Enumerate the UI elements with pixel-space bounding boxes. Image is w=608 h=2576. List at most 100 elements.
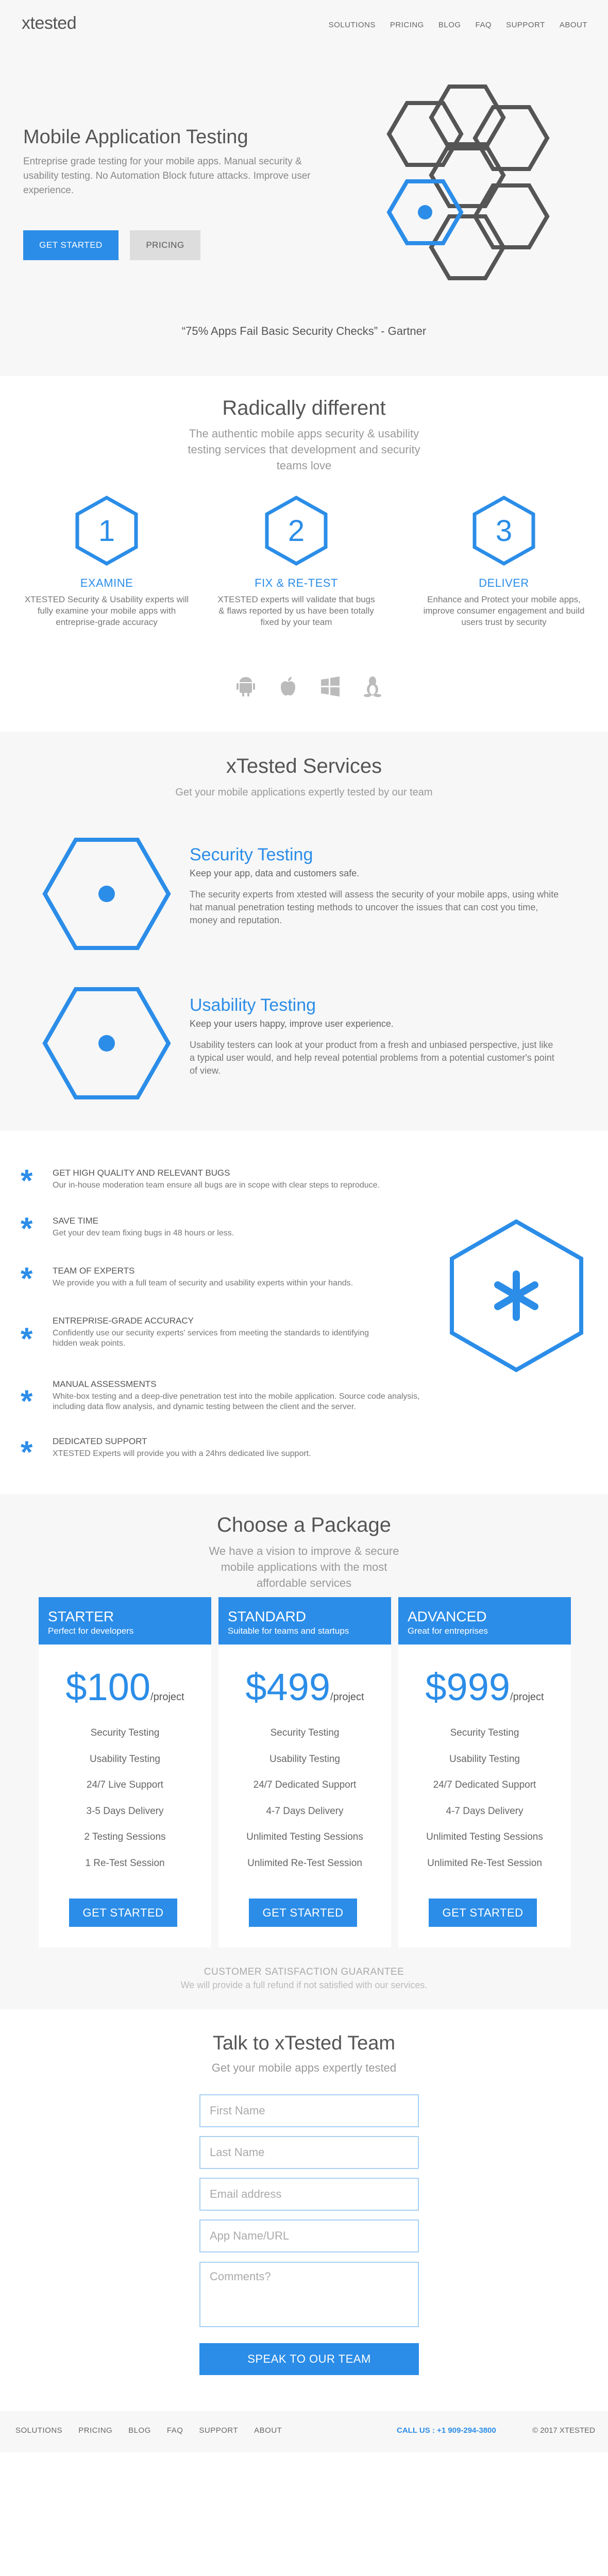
nav-pricing[interactable]: PRICING [390, 21, 424, 29]
main-menu: SOLUTIONS PRICING BLOG FAQ SUPPORT ABOUT [329, 21, 587, 29]
pricing-subtitle: We have a vision to improve & secure mob… [209, 1545, 399, 1589]
plan-feature: 24/7 Dedicated Support [433, 1780, 536, 1790]
feature-desc: Confidently use our security experts' se… [53, 1329, 369, 1348]
price-amount: $499 [245, 1666, 331, 1708]
first-name-field[interactable]: First Name [199, 2094, 419, 2127]
asterisk-icon: * [21, 1163, 33, 1198]
step-number: 1 [98, 514, 115, 548]
service-usability: Usability Testing Keep your users happy,… [190, 995, 561, 1077]
services-title: xTested Services [226, 755, 382, 777]
plan-get-started-button[interactable]: GET STARTED [429, 1899, 537, 1927]
plan-get-started-button[interactable]: GET STARTED [69, 1899, 177, 1927]
nav-blog[interactable]: BLOG [438, 21, 461, 29]
contact-title: Talk to xTested Team [212, 2032, 396, 2054]
different-subtitle: The authentic mobile apps security & usa… [188, 427, 420, 472]
plan-feature: Security Testing [90, 1727, 160, 1738]
feature-desc: Our in-house moderation team ensure all … [53, 1181, 380, 1190]
email-field[interactable]: Email address [199, 2178, 419, 2211]
service-security: Security Testing Keep your app, data and… [190, 845, 561, 927]
hexagon-icon: 3 [472, 495, 535, 566]
footer-solutions[interactable]: SOLUTIONS [15, 2426, 62, 2435]
nav-solutions[interactable]: SOLUTIONS [329, 21, 376, 29]
feature-desc: XTESTED Experts will provide you with a … [53, 1449, 311, 1458]
plan-features: Security Testing Usability Testing 24/7 … [398, 1720, 571, 1876]
logo[interactable]: xtested [22, 13, 77, 33]
plan-name: STANDARD [228, 1608, 306, 1624]
footer-blog[interactable]: BLOG [128, 2426, 151, 2435]
call-us-phone[interactable]: CALL US : +1 909-294-3800 [397, 2426, 496, 2435]
feature-title: TEAM OF EXPERTS [53, 1266, 135, 1276]
nav-about[interactable]: ABOUT [560, 21, 587, 29]
get-started-button[interactable]: GET STARTED [23, 230, 119, 260]
footer-support[interactable]: SUPPORT [199, 2426, 238, 2435]
plan-feature: 3-5 Days Delivery [86, 1805, 164, 1817]
footer-about[interactable]: ABOUT [254, 2426, 282, 2435]
price-period: /project [510, 1691, 544, 1703]
footer-pricing[interactable]: PRICING [78, 2426, 112, 2435]
step-fix-retest: 2 FIX & RE-TEST XTESTED experts will val… [214, 495, 379, 628]
plan-feature: 1 Re-Test Session [85, 1857, 165, 1869]
contact-subtitle: Get your mobile apps expertly tested [211, 2061, 397, 2074]
different-title: Radically different [222, 397, 386, 419]
linux-icon [364, 676, 381, 697]
plan-price: $499/project [218, 1665, 391, 1709]
plan-card-standard: STANDARD Suitable for teams and startups… [218, 1597, 391, 1947]
price-amount: $999 [425, 1666, 511, 1708]
feature-title: MANUAL ASSESSMENTS [53, 1379, 157, 1389]
copyright: © 2017 XTESTED [532, 2426, 595, 2435]
plan-feature: Unlimited Re-Test Session [427, 1857, 542, 1869]
service-desc: Usability testers can look at your produ… [190, 1040, 554, 1076]
plan-feature: 24/7 Dedicated Support [253, 1780, 357, 1790]
nav-support[interactable]: SUPPORT [506, 21, 545, 29]
plan-header: STANDARD Suitable for teams and startups [218, 1597, 391, 1645]
asterisk-hexagon-graphic [450, 1219, 583, 1372]
plan-features: Security Testing Usability Testing 24/7 … [39, 1720, 211, 1876]
plan-header: ADVANCED Great for entreprises [398, 1597, 571, 1645]
hexagon-cluster-graphic [386, 84, 550, 280]
guarantee-desc: We will provide a full refund if not sat… [180, 1980, 428, 1990]
speak-to-team-button[interactable]: SPEAK TO OUR TEAM [199, 2343, 419, 2375]
hero-title: Mobile Application Testing [23, 126, 248, 148]
plan-price: $100/project [39, 1665, 211, 1709]
plan-feature: Security Testing [270, 1727, 340, 1738]
platform-icons [234, 675, 384, 701]
feature-title: DEDICATED SUPPORT [53, 1436, 147, 1446]
footer-faq[interactable]: FAQ [167, 2426, 183, 2435]
plan-feature: 24/7 Live Support [87, 1780, 163, 1790]
step-title: EXAMINE [80, 577, 133, 589]
pricing-title: Choose a Package [216, 1514, 391, 1536]
plan-feature: 4-7 Days Delivery [266, 1805, 344, 1817]
step-examine: 1 EXAMINE XTESTED Security & Usability e… [24, 495, 189, 628]
plan-feature: Unlimited Testing Sessions [246, 1832, 363, 1842]
step-number: 3 [496, 514, 512, 548]
plan-price: $999/project [398, 1665, 571, 1709]
plan-feature: Unlimited Testing Sessions [426, 1832, 543, 1842]
plan-name: ADVANCED [408, 1608, 487, 1624]
plan-feature: 2 Testing Sessions [84, 1832, 166, 1842]
hero-subtitle: Entreprise grade testing for your mobile… [23, 156, 311, 196]
comments-field[interactable]: Comments? [199, 2262, 419, 2327]
service-title: Security Testing [190, 845, 313, 865]
windows-icon [321, 676, 340, 697]
app-name-field[interactable]: App Name/URL [199, 2219, 419, 2252]
satisfaction-guarantee: CUSTOMER SATISFACTION GUARANTEE We will … [0, 1967, 608, 1991]
plan-feature: Usability Testing [449, 1753, 520, 1765]
plan-get-started-button[interactable]: GET STARTED [249, 1899, 357, 1927]
pricing-button[interactable]: PRICING [130, 230, 200, 260]
plan-feature: 4-7 Days Delivery [446, 1805, 523, 1817]
android-icon [237, 677, 255, 697]
asterisk-icon: * [21, 1261, 33, 1296]
step-title: FIX & RE-TEST [255, 577, 338, 589]
nav-faq[interactable]: FAQ [476, 21, 492, 29]
feature-title: SAVE TIME [53, 1216, 99, 1226]
feature-desc: We provide you with a full team of secur… [53, 1279, 353, 1287]
plan-feature: Usability Testing [90, 1753, 160, 1765]
last-name-field[interactable]: Last Name [199, 2136, 419, 2169]
service-title: Usability Testing [190, 995, 316, 1015]
plan-feature: Security Testing [450, 1727, 519, 1738]
gartner-quote: “75% Apps Fail Basic Security Checks” - … [181, 325, 427, 337]
step-desc: XTESTED experts will validate that bugs … [217, 595, 375, 627]
feature-title: ENTREPRISE-GRADE ACCURACY [53, 1316, 194, 1326]
price-period: /project [330, 1691, 364, 1703]
price-amount: $100 [65, 1666, 151, 1708]
